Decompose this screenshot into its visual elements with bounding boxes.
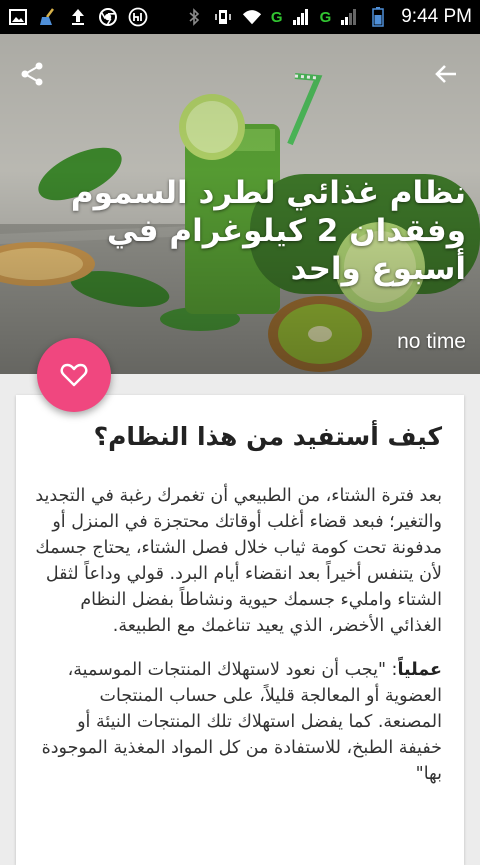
- section-heading: كيف أستفيد من هذا النظام؟: [93, 422, 442, 451]
- vibrate-icon: [213, 7, 233, 27]
- recipe-time: no time: [397, 330, 466, 353]
- gallery-icon: [8, 7, 28, 27]
- heart-outline-icon: [60, 363, 88, 387]
- favorite-button[interactable]: [37, 338, 111, 412]
- arrow-back-icon: [435, 65, 456, 83]
- wifi-icon: [242, 7, 262, 27]
- paragraph-2-text: : "يجب أن نعود لاستهلاك المنتجات الموسمي…: [41, 660, 442, 784]
- share-icon: [21, 62, 43, 86]
- back-button[interactable]: [428, 56, 464, 92]
- battery-icon: [368, 7, 388, 27]
- recipe-title: نظام غذائي لطرد السموم وفقدان 2 كيلوغرام…: [70, 175, 466, 287]
- status-bar: G G 9:44 PM: [0, 0, 480, 34]
- clock: 9:44 PM: [401, 6, 472, 27]
- system-icons: G G 9:44 PM: [184, 6, 472, 28]
- recipe-hero-image: نظام غذائي لطرد السموم وفقدان 2 كيلوغرام…: [0, 34, 480, 374]
- paragraph-1: بعد فترة الشتاء، من الطبيعي أن تغمرك رغب…: [35, 486, 442, 636]
- content-card: كيف أستفيد من هذا النظام؟ بعد فترة الشتا…: [16, 395, 464, 865]
- signal-2-icon: [339, 7, 359, 27]
- share-button[interactable]: [14, 56, 50, 92]
- paragraph-2: عملياً: "يجب أن نعود لاستهلاك المنتجات ا…: [32, 657, 442, 787]
- network-type-2: G: [319, 8, 332, 26]
- upload-icon: [68, 7, 88, 27]
- section-body: بعد فترة الشتاء، من الطبيعي أن تغمرك رغب…: [32, 483, 442, 805]
- notification-icons: [8, 7, 148, 27]
- chrome-icon: [98, 7, 118, 27]
- bluetooth-icon: [184, 7, 204, 27]
- signal-1-icon: [291, 7, 311, 27]
- network-type-1: G: [270, 8, 283, 26]
- app-notification-icon: [128, 7, 148, 27]
- paragraph-2-lead: عملياً: [397, 660, 442, 680]
- broom-icon: [38, 7, 58, 27]
